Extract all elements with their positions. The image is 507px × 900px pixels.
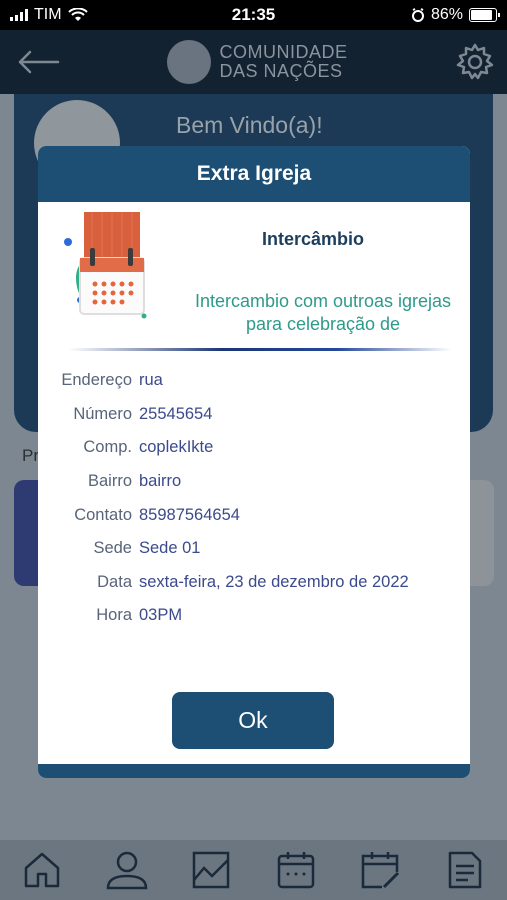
detail-label: Número [73,404,132,423]
detail-value: sexta-feira, 23 de dezembro de 2022 [139,572,409,591]
logo-line-1: COMUNIDADE [219,42,348,62]
nav-home[interactable] [19,847,65,893]
battery-icon [469,8,500,22]
detail-label: Sede [93,539,132,558]
status-bar: TIM 21:35 86% [0,0,507,30]
home-icon [25,852,60,888]
welcome-text: Bem Vindo(a)! [176,112,323,138]
event-summary: Intercâmbio Intercambio com outroas igre… [38,202,470,351]
event-details: Endereço rua Número 25545654 Comp. cople… [38,350,470,633]
detail-row-data: Data sexta-feira, 23 de dezembro de 2022 [38,566,470,600]
event-description: Intercambio com outroas igrejas para cel… [194,291,452,334]
back-arrow-icon[interactable] [16,47,60,77]
modal-footer-bar [38,764,470,778]
gear-icon[interactable] [455,42,495,82]
detail-value: 03PM [139,606,183,625]
alarm-icon [411,8,424,22]
chart-icon [193,851,230,889]
app-logo: COMUNIDADE DAS NAÇÕES [167,40,347,84]
document-icon [448,851,481,889]
modal-header: Extra Igreja [38,146,470,202]
nav-chart[interactable] [188,847,234,893]
detail-label: Contato [74,505,132,524]
logo-line-2: DAS NAÇÕES [219,61,343,81]
bottom-navigation [0,840,507,900]
detail-row-bairro: Bairro bairro [38,465,470,499]
calendar-illustration-icon [64,212,147,319]
detail-label: Endereço [61,371,132,390]
profile-icon [106,851,148,890]
detail-value: bairro [139,472,182,491]
nav-document[interactable] [442,847,488,893]
signal-icon [10,9,28,21]
calendar-icon [277,852,314,889]
detail-value: Sede 01 [139,539,201,558]
battery-fill [471,10,492,20]
carrier-name: TIM [34,6,62,23]
divider [68,348,452,351]
logo-globe-icon [167,40,212,84]
detail-label: Data [97,572,132,591]
detail-value: 85987564654 [139,505,240,524]
wifi-icon [67,8,88,21]
ok-button[interactable]: Ok [172,692,334,749]
detail-value: rua [139,371,163,390]
detail-label: Bairro [87,472,132,491]
calendar-edit-icon [362,852,400,889]
detail-row-numero: Número 25545654 [38,398,470,432]
detail-row-comp: Comp. coplekIkte [38,431,470,465]
detail-value: 25545654 [139,404,213,423]
battery-percent: 86% [430,6,463,23]
modal-title: Extra Igreja [196,162,312,185]
section-label-fragment: Pr [22,446,39,465]
event-title: Intercâmbio [261,229,365,249]
status-left: TIM [10,6,88,24]
detail-row-endereco: Endereço rua [38,364,470,398]
nav-calendar-edit[interactable] [357,847,403,893]
detail-row-contato: Contato 85987564654 [38,498,470,532]
event-modal: Extra Igreja Intercâmbio Intercambio com… [38,146,470,778]
detail-row-hora: Hora 03PM [38,599,470,633]
status-right: 86% [411,6,500,24]
detail-label: Comp. [83,438,132,457]
app-header: COMUNIDADE DAS NAÇÕES [0,30,507,94]
logo-text: COMUNIDADE DAS NAÇÕES [219,43,347,81]
detail-label: Hora [96,606,132,625]
detail-value: coplekIkte [139,438,214,457]
nav-calendar[interactable] [273,847,319,893]
detail-row-sede: Sede Sede 01 [38,532,470,566]
nav-profile[interactable] [104,847,150,893]
